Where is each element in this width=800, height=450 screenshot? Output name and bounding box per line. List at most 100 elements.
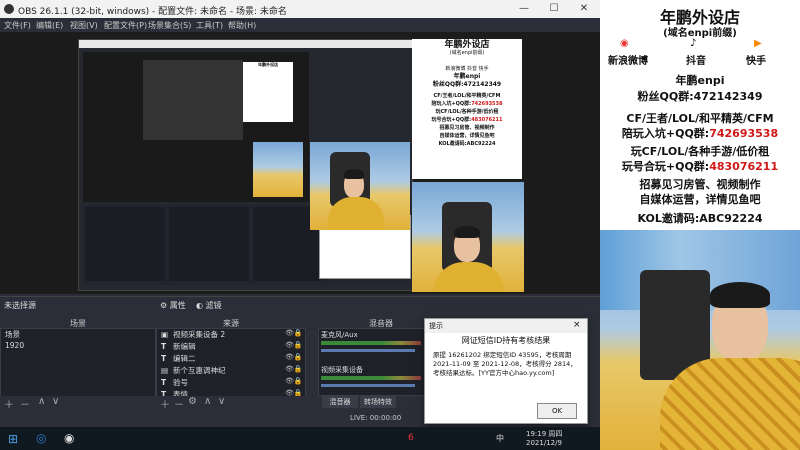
scene-item[interactable]: 场景 [5, 329, 20, 341]
promo-line1: CF/王者/LOL/和平精英/CFM [626, 112, 774, 125]
source-item[interactable]: ▤ 新个互惠调神纪 [161, 365, 226, 377]
visibility-icon[interactable]: 👁🔒 [285, 377, 303, 385]
dialog-ok-button[interactable]: OK [537, 403, 577, 419]
window-title: OBS 26.1.1 (32-bit, windows) - 配置文件: 未命名… [18, 7, 287, 17]
transitions-tab[interactable]: 转场特效 [360, 396, 396, 408]
maximize-button[interactable]: ☐ [540, 2, 568, 16]
nested-camera [253, 142, 303, 197]
nested-poster: 年鹏外设店 [243, 62, 293, 122]
douyin-icon: ♪ [690, 38, 697, 49]
close-button[interactable]: ✕ [570, 2, 598, 16]
move-down-icon[interactable]: ∨ [218, 396, 225, 407]
source-item[interactable]: ▣ 视频采集设备 2 [161, 329, 225, 341]
preview-camera [412, 182, 524, 292]
preview-poster: 年鹏外设店 (域名enpi前缀) 新浪微博 抖音 快手 年鹏enpi 粉丝QQ群… [412, 39, 522, 179]
promo-line4: 玩号合玩+QQ群:483076211 [621, 160, 779, 173]
social-kuaishou: 快手 [746, 56, 766, 67]
text-icon: T [161, 354, 167, 363]
webcam-feed [600, 230, 800, 450]
live-status: LIVE: 00:00:00 [350, 414, 402, 422]
notification-badge: 6 [408, 433, 414, 443]
menu-bar: 文件(F) 编辑(E) 视图(V) 配置文件(P) 场景集合(S) 工具(T) … [0, 18, 600, 32]
nested-titlebar [79, 40, 412, 48]
obs-taskbar-icon[interactable]: ◉ [64, 431, 74, 445]
dialog-header: 提示 × [425, 319, 587, 333]
notification-dialog: 提示 × 网证短信ID持有考核结果 原提 16261202 绑定短信ID 435… [424, 318, 588, 424]
video-capture-icon: ▣ [161, 330, 169, 339]
visibility-icon[interactable]: 👁🔒 [285, 365, 303, 373]
nested-preview-area: 年鹏外设店 [83, 52, 309, 202]
source-item[interactable]: T 验号 [161, 377, 188, 389]
promo-line6: 自媒体运营，详情见鱼吧 [639, 193, 761, 206]
dialog-header-text: 提示 [429, 322, 443, 330]
volume-meter [321, 341, 421, 345]
move-up-icon[interactable]: ∧ [38, 396, 45, 407]
remove-scene-button[interactable]: － [20, 396, 30, 411]
preview-canvas[interactable]: 年鹏外设店 年鹏外设店 (域名enpi前缀) 新浪微博 抖音 快手 年鹏enpi… [0, 32, 600, 294]
sources-toolbar: ＋ － ⚙ ∧ ∨ [156, 396, 306, 411]
weibo-icon: ◉ [620, 38, 629, 49]
menu-edit[interactable]: 编辑(E) [36, 20, 63, 31]
obs-logo-icon [4, 4, 14, 14]
menu-help[interactable]: 帮助(H) [228, 20, 256, 31]
preview-camera-small [310, 142, 410, 230]
properties-button[interactable]: ⚙ 属性 [160, 300, 186, 311]
windows-start-icon[interactable]: ⊞ [8, 432, 18, 446]
add-source-button[interactable]: ＋ [160, 396, 170, 411]
volume-meter [321, 376, 421, 380]
social-douyin: 抖音 [686, 56, 706, 67]
source-toolbar: 未选择源 ⚙ 属性 ◐ 滤镜 [0, 296, 600, 311]
scenes-toolbar: ＋ － ∧ ∨ [0, 396, 156, 411]
gear-icon[interactable]: ⚙ [188, 396, 197, 407]
taskbar-time: 19:19 周四 [526, 430, 563, 438]
mixer-track-label: 视频采集设备 [321, 366, 363, 374]
source-item[interactable]: T 编辑二 [161, 353, 196, 365]
menu-file[interactable]: 文件(F) [4, 20, 31, 31]
dialog-body: 原提 16261202 绑定短信ID 43595，考核周期 2021-11-09… [433, 351, 577, 377]
minimize-button[interactable]: — [510, 2, 538, 16]
visibility-icon[interactable]: 👁🔒 [285, 341, 303, 349]
browser-icon[interactable]: ◎ [36, 431, 46, 445]
add-scene-button[interactable]: ＋ [4, 396, 14, 411]
volume-slider[interactable] [321, 349, 415, 352]
menu-view[interactable]: 视图(V) [70, 20, 98, 31]
scenes-dock-title: 场景 [70, 319, 86, 328]
taskbar-date: 2021/12/9 [526, 439, 562, 447]
menu-tools[interactable]: 工具(T) [196, 20, 223, 31]
dialog-close-icon[interactable]: × [573, 320, 581, 330]
menu-profile[interactable]: 配置文件(P) [104, 20, 147, 31]
social-weibo: 新浪微博 [608, 56, 648, 67]
promo-line3: 玩CF/LOL/各种手游/低价租 [630, 145, 770, 158]
windows-taskbar: ⊞ ◎ ◉ 6 中 19:19 周四 2021/12/9 [0, 427, 600, 450]
promo-line2: 陪玩入坑+QQ群:742693538 [621, 127, 779, 140]
dialog-title: 网证短信ID持有考核结果 [461, 336, 551, 345]
image-icon: ▤ [161, 366, 169, 375]
mixer-panel: 麦克风/Aux 视频采集设备 [318, 328, 430, 396]
visibility-icon[interactable]: 👁🔒 [285, 353, 303, 361]
move-down-icon[interactable]: ∨ [52, 396, 59, 407]
brand-name: 年鹏enpi [675, 74, 725, 87]
kuaishou-icon: ▶ [754, 38, 762, 49]
mixer-tab[interactable]: 混音器 [322, 396, 358, 408]
ime-indicator[interactable]: 中 [496, 433, 504, 444]
kol-code: KOL邀请码:ABC92224 [637, 212, 763, 225]
remove-source-button[interactable]: － [174, 396, 184, 411]
nested-inner-preview [143, 60, 243, 140]
move-up-icon[interactable]: ∧ [204, 396, 211, 407]
sources-dock-title: 来源 [223, 319, 239, 328]
title-bar: OBS 26.1.1 (32-bit, windows) - 配置文件: 未命名… [0, 0, 600, 18]
promo-line5: 招募见习房管、视频制作 [639, 178, 761, 191]
scene-item[interactable]: 1920 [5, 341, 24, 353]
no-source-label: 未选择源 [4, 301, 36, 310]
visibility-icon[interactable]: 👁🔒 [285, 329, 303, 337]
yellow-sweater [660, 358, 800, 450]
menu-scene-collection[interactable]: 场景集合(S) [148, 20, 191, 31]
overlay-poster: 年鹏外设店 (域名enpi前缀) ◉ ♪ ▶ 新浪微博 抖音 快手 年鹏enpi… [600, 0, 800, 230]
shop-subtitle: (域名enpi前缀) [663, 28, 737, 39]
text-icon: T [161, 378, 167, 387]
source-item[interactable]: T 新编辑 [161, 341, 196, 353]
volume-slider[interactable] [321, 384, 415, 387]
text-icon: T [161, 342, 167, 351]
qq-group: 粉丝QQ群:472142349 [637, 90, 763, 103]
filters-button[interactable]: ◐ 滤镜 [196, 300, 222, 311]
